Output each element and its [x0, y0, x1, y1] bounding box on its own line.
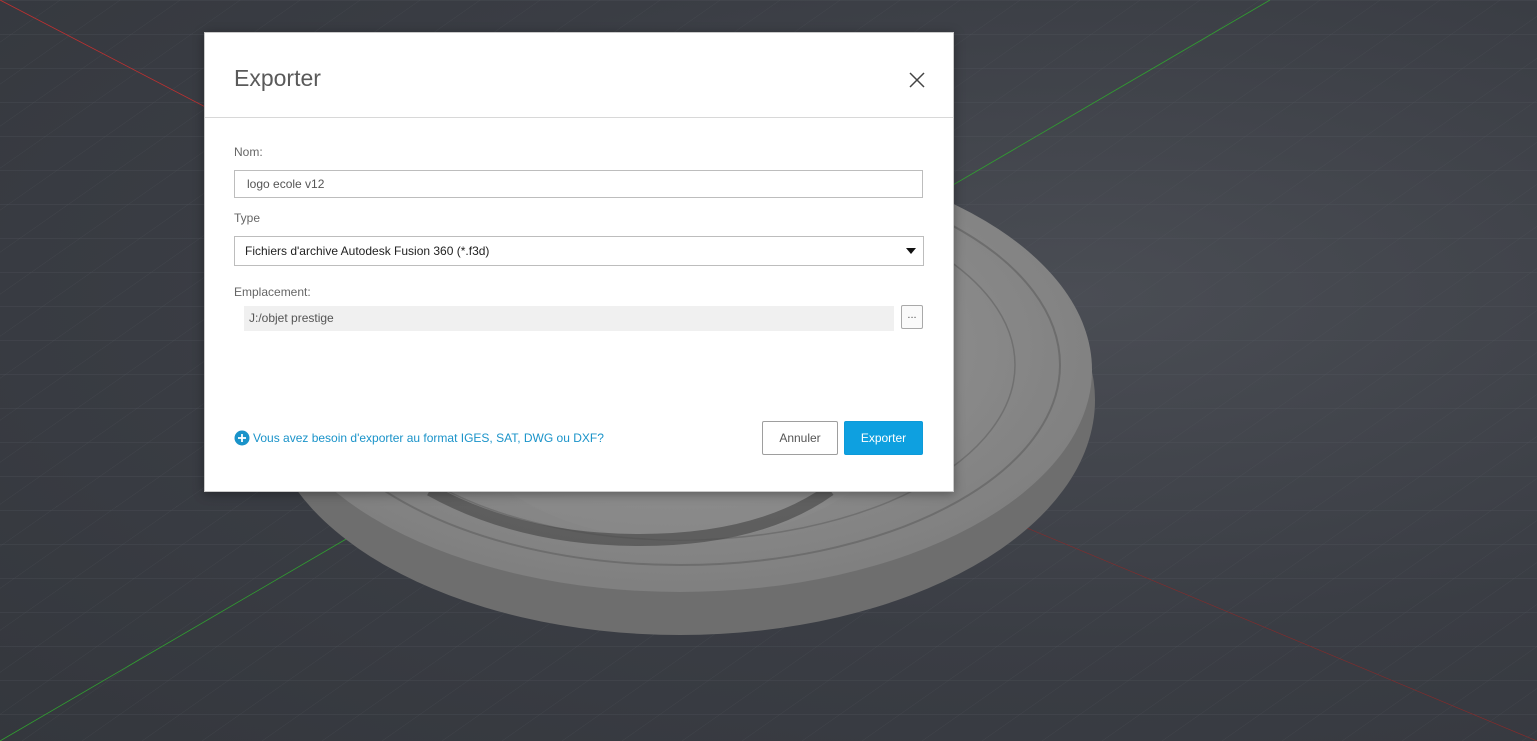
location-field: J:/objet prestige — [244, 306, 894, 331]
export-dialog: Exporter Nom: Type Fichiers d'archive Au… — [204, 32, 954, 492]
location-label: Emplacement: — [234, 285, 311, 299]
chevron-down-icon — [906, 248, 916, 254]
help-link-text: Vous avez besoin d'exporter au format IG… — [253, 431, 604, 445]
browse-button[interactable]: ... — [901, 305, 923, 329]
cancel-button[interactable]: Annuler — [762, 421, 838, 455]
name-input[interactable] — [234, 170, 923, 198]
type-label: Type — [234, 211, 261, 225]
export-button[interactable]: Exporter — [844, 421, 923, 455]
dialog-header: Exporter — [205, 33, 953, 118]
name-label: Nom: — [234, 145, 263, 159]
plus-circle-icon — [234, 430, 250, 446]
type-select[interactable]: Fichiers d'archive Autodesk Fusion 360 (… — [234, 236, 924, 266]
close-button[interactable] — [905, 68, 929, 92]
close-icon — [909, 72, 925, 88]
dialog-title: Exporter — [234, 65, 321, 91]
export-formats-help-link[interactable]: Vous avez besoin d'exporter au format IG… — [234, 430, 604, 446]
type-select-value: Fichiers d'archive Autodesk Fusion 360 (… — [245, 244, 490, 258]
